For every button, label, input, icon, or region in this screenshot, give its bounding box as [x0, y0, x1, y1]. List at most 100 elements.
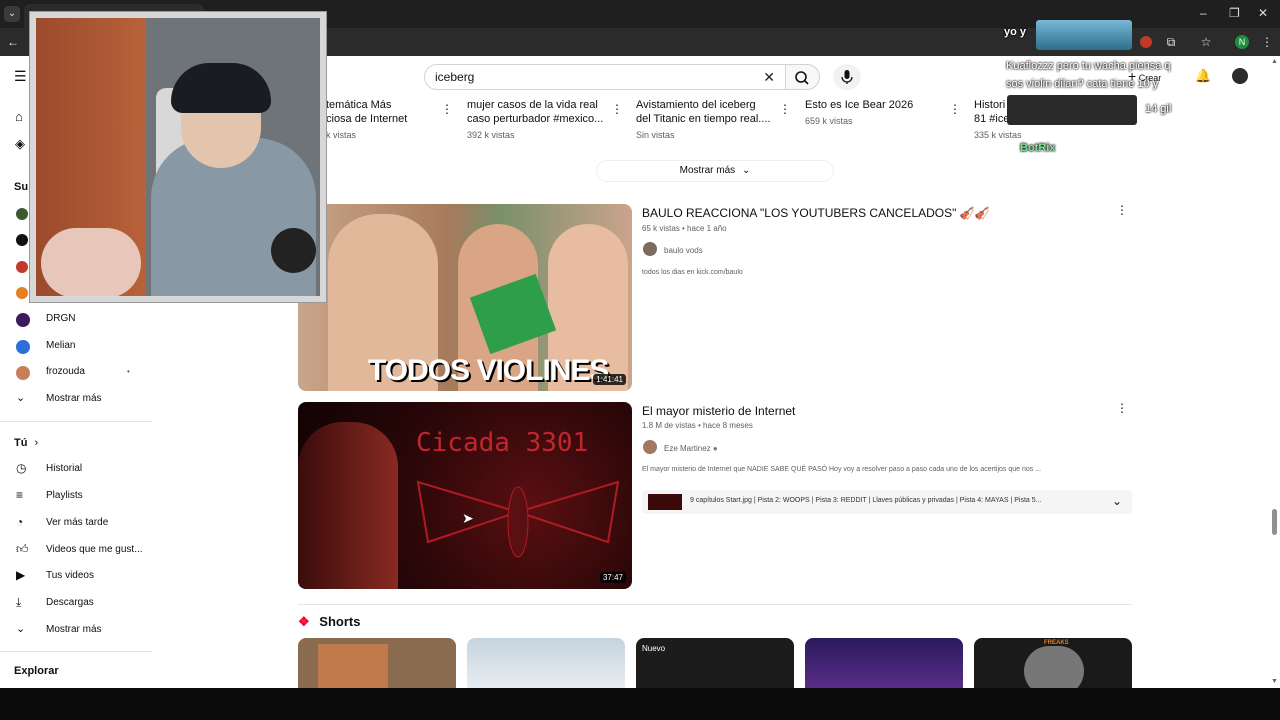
more-actions-icon[interactable]: ⋮ — [441, 102, 453, 116]
download-icon: ⤓ — [16, 595, 22, 609]
tab-list-button[interactable]: ⌄ — [4, 6, 20, 22]
short-card[interactable] — [805, 638, 963, 690]
sidebar-item-label: Playlists — [46, 490, 83, 501]
minimize-icon[interactable]: – — [1200, 6, 1207, 20]
more-actions-icon[interactable]: ⋮ — [611, 102, 623, 116]
sidebar-item-label: Videos que me gust... — [46, 544, 143, 555]
scrollbar[interactable]: ▲ ▼ — [1270, 58, 1278, 688]
video-title[interactable]: BAULO REACCIONA "LOS YOUTUBERS CANCELADO… — [642, 206, 990, 220]
sidebar-item-label: Mostrar más — [46, 624, 102, 635]
channel-avatar[interactable] — [643, 440, 657, 454]
sidebar-item-liked-videos[interactable]: 👍︎ Videos que me gust... — [0, 538, 152, 564]
chevron-down-icon[interactable]: ⌄ — [1112, 494, 1122, 508]
cicada-icon — [416, 480, 620, 558]
sidebar-item-playlists[interactable]: ≡ Playlists — [0, 484, 152, 510]
subscriptions-title[interactable]: Su — [14, 181, 28, 193]
profile-avatar[interactable]: N — [1235, 35, 1249, 49]
sidebar-item-frozouda[interactable]: frozouda • — [0, 360, 152, 386]
close-window-icon[interactable]: ✕ — [1258, 6, 1268, 20]
bottom-black-band — [0, 688, 1280, 720]
more-actions-icon[interactable]: ⋮ — [779, 102, 791, 116]
subscription-avatar[interactable] — [16, 208, 28, 220]
extension-icon-shield[interactable] — [1140, 36, 1152, 48]
scroll-up-icon[interactable]: ▲ — [1271, 58, 1278, 65]
channel-name[interactable]: baulo vods — [664, 246, 703, 255]
strip-video[interactable]: Avistamiento del iceberg del Titanic en … — [636, 98, 796, 140]
more-actions-icon[interactable]: ⋮ — [1116, 401, 1128, 415]
chapter-thumbnail — [648, 494, 682, 510]
video-thumbnail[interactable]: Cicada 3301 37:47 — [298, 402, 632, 589]
new-badge: Nuevo — [642, 644, 666, 653]
sidebar-item-label: frozouda — [46, 366, 85, 377]
voice-search-button[interactable] — [833, 64, 861, 90]
more-actions-icon[interactable]: ⋮ — [949, 102, 961, 116]
menu-icon[interactable]: ☰ — [14, 68, 27, 85]
history-icon: ◷ — [16, 461, 27, 475]
video-title[interactable]: El mayor misterio de Internet — [642, 404, 795, 418]
mouse-cursor-icon: ➤ — [462, 510, 474, 526]
strip-video-meta: 659 k vistas — [805, 116, 853, 126]
back-icon[interactable]: ← — [4, 34, 22, 50]
video-meta: 65 k vistas • hace 1 año — [642, 224, 727, 233]
strip-video[interactable]: Esto es Ice Bear 2026 659 k vistas — [805, 98, 965, 126]
more-actions-icon[interactable]: ⋮ — [1116, 203, 1128, 217]
bookmark-star-icon[interactable]: ☆ — [1197, 34, 1215, 50]
explore-title[interactable]: Explorar — [14, 665, 59, 677]
sidebar-divider — [0, 421, 152, 422]
chevron-right-icon: › — [34, 437, 39, 449]
video-thumbnail[interactable]: TODOS VIOLINES 1:41:41 — [298, 204, 632, 391]
subscription-avatar[interactable] — [16, 261, 28, 273]
chevron-down-icon: ⌄ — [16, 392, 26, 404]
maximize-icon[interactable]: ❐ — [1229, 6, 1240, 20]
chat-message-line: 14 gil — [1145, 103, 1172, 115]
webcam-hand — [41, 228, 141, 296]
sidebar-subs-show-more[interactable]: ⌄ Mostrar más — [0, 387, 152, 413]
short-card[interactable]: Nuevo — [636, 638, 794, 690]
short-card[interactable] — [298, 638, 456, 690]
search-icon — [795, 71, 809, 85]
subscription-avatar[interactable] — [16, 234, 28, 246]
search-button[interactable] — [786, 64, 820, 90]
sidebar-you-show-more[interactable]: ⌄ Mostrar más — [0, 618, 152, 644]
chapters-text: 9 capítulos Start.jpg | Pista 2: WOOPS |… — [690, 497, 1042, 504]
chevron-down-icon: ⌄ — [741, 165, 751, 176]
clear-search-icon[interactable]: ✕ — [763, 69, 775, 86]
channel-name[interactable]: Eze Martinez ● — [664, 444, 718, 453]
chevron-down-icon: ⌄ — [16, 623, 26, 635]
sidebar-item-label: Melian — [46, 340, 76, 351]
home-icon[interactable]: ⌂ — [15, 109, 23, 124]
channel-avatar[interactable] — [643, 242, 657, 256]
thumbnail-caption: Cicada 3301 — [416, 428, 589, 458]
thumbnail-person — [298, 422, 398, 589]
show-more-button[interactable]: Mostrar más ⌄ — [596, 160, 834, 182]
playlists-icon: ≡ — [16, 488, 24, 502]
short-card[interactable] — [467, 638, 625, 690]
sidebar-item-drgn[interactable]: DRGN — [0, 307, 152, 333]
sidebar-item-history[interactable]: ◷ Historial — [0, 457, 152, 483]
strip-video-meta: k vistas — [326, 130, 357, 140]
notifications-bell-icon[interactable]: 🔔 — [1195, 68, 1211, 84]
chat-emote — [1007, 95, 1137, 125]
sidebar-item-label: Tus videos — [46, 570, 94, 581]
strip-video[interactable]: temática Más ciosa de Internet k vistas — [326, 98, 486, 140]
scrollbar-thumb[interactable] — [1272, 509, 1277, 535]
sidebar-item-watch-later[interactable]: ◔ Ver más tarde — [0, 511, 152, 537]
chat-message-line: sos violin dilan? cata tiene 10 y — [1006, 78, 1159, 90]
sidebar-item-melian[interactable]: Melian — [0, 334, 152, 360]
short-card[interactable]: FREAKS — [974, 638, 1132, 690]
strip-video-title: mujer casos de la vida real caso perturb… — [467, 99, 604, 125]
browser-menu-icon[interactable]: ⋮ — [1258, 34, 1276, 50]
subscription-avatar[interactable] — [16, 287, 28, 299]
strip-video[interactable]: mujer casos de la vida real caso perturb… — [467, 98, 627, 140]
chat-username: BotRix — [1020, 142, 1056, 154]
verified-icon: ● — [712, 444, 718, 453]
shorts-nav-icon[interactable]: ◈ — [15, 136, 25, 152]
chapters-bar[interactable]: 9 capítulos Start.jpg | Pista 2: WOOPS |… — [642, 490, 1132, 514]
sidebar-item-your-videos[interactable]: ▶ Tus videos — [0, 564, 152, 590]
extensions-icon[interactable]: ⧉ — [1162, 34, 1180, 50]
sidebar-item-downloads[interactable]: ⤓ Descargas — [0, 591, 152, 617]
account-avatar[interactable] — [1232, 68, 1248, 84]
scroll-down-icon[interactable]: ▼ — [1271, 678, 1278, 685]
search-input[interactable]: iceberg ✕ — [424, 64, 786, 90]
you-section-title[interactable]: Tú › — [14, 437, 38, 449]
